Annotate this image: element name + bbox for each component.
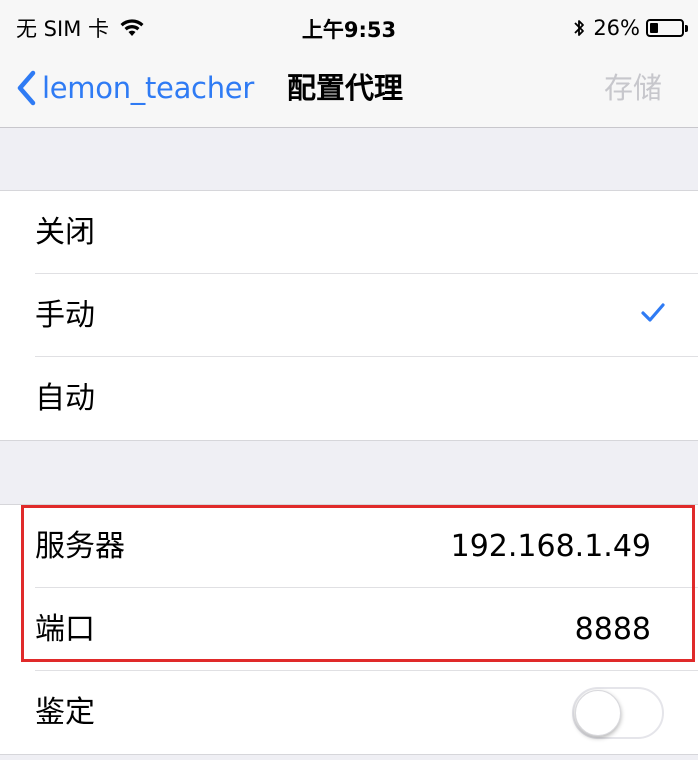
proxy-mode-manual-label: 手动 [35, 298, 95, 333]
highlight-box [21, 505, 695, 662]
battery-nub [685, 25, 688, 32]
auth-toggle[interactable] [572, 687, 664, 739]
proxy-mode-off-label: 关闭 [35, 215, 95, 250]
battery-percent: 26% [593, 16, 640, 40]
battery-icon [646, 19, 688, 37]
proxy-config-screen: 无 SIM 卡 上午9:53 26% lemon_teacher 配置代理 存储… [0, 0, 698, 760]
toggle-knob [575, 690, 621, 736]
auth-label: 鉴定 [35, 695, 95, 730]
back-label: lemon_teacher [42, 71, 254, 105]
back-button[interactable]: lemon_teacher [16, 66, 254, 110]
battery-fill [650, 23, 658, 33]
auth-row: 鉴定 [0, 671, 698, 754]
save-button[interactable]: 存储 [604, 66, 662, 110]
navigation-bar: lemon_teacher 配置代理 存储 [0, 52, 698, 128]
chevron-left-icon [16, 70, 36, 106]
checkmark-icon [640, 302, 666, 328]
proxy-mode-group: 关闭 手动 自动 [0, 190, 698, 441]
page-title: 配置代理 [287, 71, 404, 105]
proxy-mode-auto-label: 自动 [35, 381, 95, 416]
status-right: 26% [573, 14, 688, 42]
proxy-mode-off[interactable]: 关闭 [0, 191, 698, 274]
proxy-mode-manual[interactable]: 手动 [0, 274, 698, 357]
status-bar: 无 SIM 卡 上午9:53 26% [0, 0, 698, 52]
bluetooth-icon [573, 17, 585, 39]
proxy-mode-auto[interactable]: 自动 [0, 357, 698, 440]
